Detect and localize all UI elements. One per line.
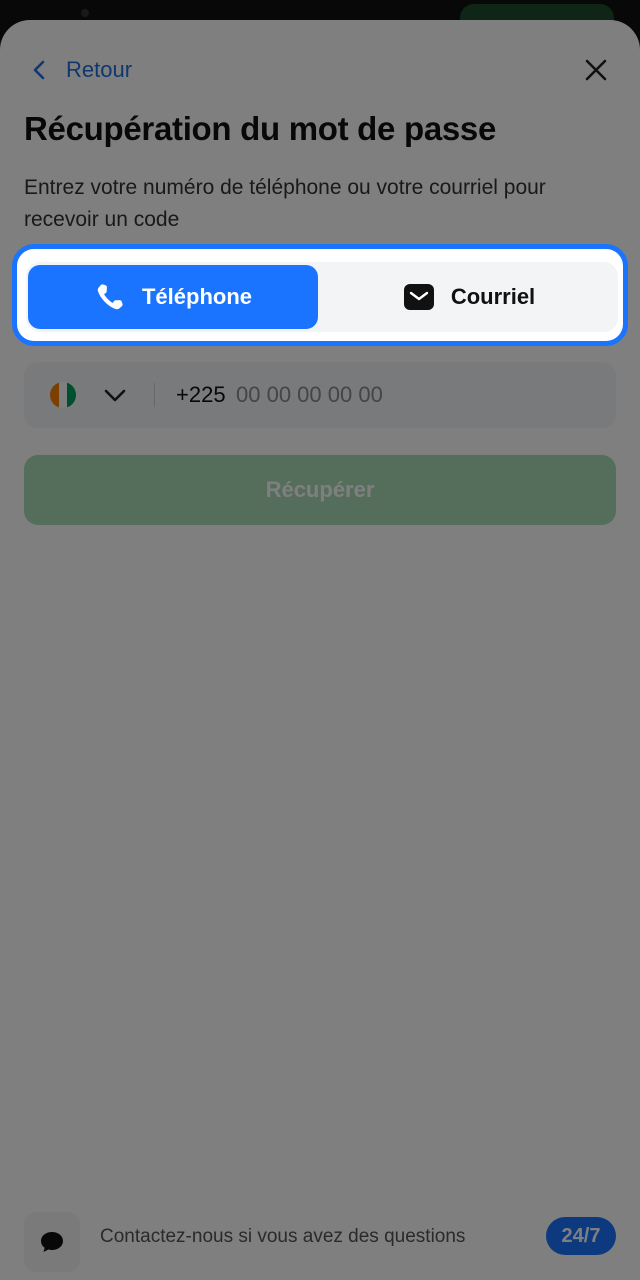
help-text: Contactez-nous si vous avez des question… [100,1226,466,1247]
support-24-7-badge[interactable]: 24/7 [546,1217,616,1255]
recover-button[interactable]: Récupérer [24,455,616,525]
chevron-left-icon [33,60,45,80]
highlighted-method-toggle: Téléphone Courriel [12,244,628,346]
support-footer: Contactez-nous si vous avez des question… [0,1212,640,1276]
page-subtitle: Entrez votre numéro de téléphone ou votr… [24,176,546,231]
field-divider [154,383,155,407]
back-button[interactable]: Retour [28,50,132,90]
phone-icon [97,284,123,310]
back-label: Retour [66,57,133,82]
camera-dot [81,9,89,17]
email-tab-label: Courriel [450,284,536,309]
envelope-icon [403,284,434,310]
close-icon[interactable] [582,56,610,84]
dial-code: +225 [176,382,226,407]
page-title: Récupération du mot de passe [24,110,497,147]
phone-field[interactable]: +225 [24,362,616,428]
chat-button[interactable] [24,1212,80,1272]
chat-bubble-icon [41,1232,63,1252]
method-toggle: Téléphone Courriel [26,262,618,332]
chevron-down-icon[interactable] [102,382,128,408]
email-tab[interactable]: Courriel [324,265,614,329]
phone-number-input[interactable] [236,376,596,414]
phone-tab-label: Téléphone [141,284,252,309]
phone-tab[interactable]: Téléphone [28,265,318,329]
nav-row: Retour [0,50,640,90]
password-recovery-sheet: Retour Récupération du mot de passe Entr… [0,20,640,1280]
country-flag-icon[interactable] [50,382,76,408]
